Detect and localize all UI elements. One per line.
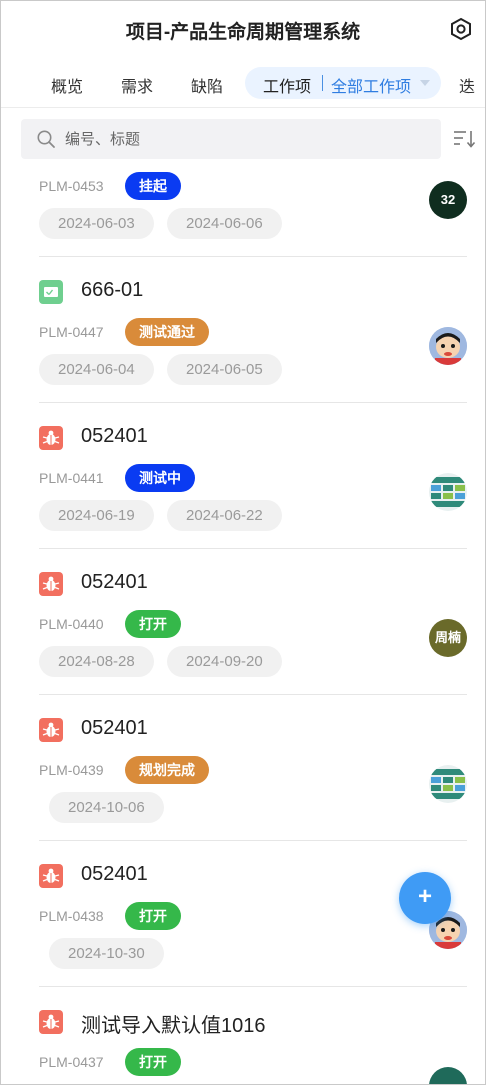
- item-code: PLM-0440: [39, 616, 104, 632]
- tab-requirements[interactable]: 需求: [121, 73, 153, 97]
- header: 项目-产品生命周期管理系统: [1, 1, 485, 57]
- bug-icon: [39, 572, 63, 596]
- end-date: 2024-06-22: [167, 500, 282, 531]
- status-badge: 挂起: [125, 172, 181, 200]
- item-title[interactable]: 052401: [81, 425, 148, 448]
- list-item[interactable]: 052401 PLM-0441 测试中 2024-06-19 2024-06-2…: [1, 403, 485, 549]
- start-date: 2024-06-19: [39, 500, 154, 531]
- avatar[interactable]: 32: [429, 181, 467, 219]
- tab-workitems-label: 工作项: [263, 79, 312, 96]
- status-badge: 打开: [125, 610, 181, 638]
- item-code: PLM-0441: [39, 470, 104, 486]
- status-badge: 测试中: [125, 464, 195, 492]
- add-work-item-button[interactable]: +: [399, 872, 451, 924]
- bug-icon: [39, 1010, 63, 1034]
- tab-bar: 概览 需求 缺陷 工作项 全部工作项 迭: [1, 63, 485, 103]
- avatar[interactable]: [429, 1067, 467, 1084]
- tab-workitems[interactable]: 工作项 全部工作项: [245, 67, 441, 99]
- search-input[interactable]: [65, 119, 425, 159]
- start-date: 2024-08-28: [39, 646, 154, 677]
- item-title[interactable]: 052401: [81, 863, 148, 886]
- work-item-list: PLM-0453 挂起 2024-06-03 2024-06-06 32 666…: [1, 161, 485, 1084]
- list-item[interactable]: PLM-0453 挂起 2024-06-03 2024-06-06 32: [1, 161, 485, 257]
- tabs-divider: [1, 107, 485, 108]
- item-title[interactable]: 052401: [81, 571, 148, 594]
- due-date: 2024-10-30: [49, 938, 164, 969]
- avatar[interactable]: [429, 765, 467, 803]
- item-title[interactable]: 测试导入默认值1016: [81, 1009, 266, 1038]
- status-badge: 测试通过: [125, 318, 209, 346]
- tab-overview[interactable]: 概览: [51, 73, 83, 97]
- status-badge: 打开: [125, 1048, 181, 1076]
- end-date: 2024-09-20: [167, 646, 282, 677]
- task-icon: [39, 280, 63, 304]
- status-badge: 规划完成: [125, 756, 209, 784]
- avatar[interactable]: 周楠: [429, 619, 467, 657]
- settings-hexagon-icon[interactable]: [449, 17, 473, 41]
- start-date: 2024-06-04: [39, 354, 154, 385]
- list-item[interactable]: 052401 PLM-0439 规划完成 2024-10-06: [1, 695, 485, 841]
- list-item[interactable]: 666-01 PLM-0447 测试通过 2024-06-04 2024-06-…: [1, 257, 485, 403]
- workitem-filter-select[interactable]: 全部工作项: [331, 73, 411, 97]
- list-item[interactable]: 052401 PLM-0440 打开 2024-08-28 2024-09-20…: [1, 549, 485, 695]
- search-icon: [36, 129, 56, 154]
- search-bar: [21, 119, 441, 159]
- app-frame: 项目-产品生命周期管理系统 概览 需求 缺陷 工作项 全部工作项 迭 编号、标题…: [0, 0, 486, 1085]
- plus-icon: +: [417, 883, 432, 910]
- avatar[interactable]: [429, 473, 467, 511]
- bug-icon: [39, 864, 63, 888]
- item-title[interactable]: 052401: [81, 717, 148, 740]
- tab-defects[interactable]: 缺陷: [191, 73, 223, 97]
- bug-icon: [39, 426, 63, 450]
- status-badge: 打开: [125, 902, 181, 930]
- list-item[interactable]: 测试导入默认值1016 PLM-0437 打开: [1, 987, 485, 1084]
- end-date: 2024-06-05: [167, 354, 282, 385]
- item-code: PLM-0437: [39, 1054, 104, 1070]
- avatar[interactable]: [429, 327, 467, 365]
- page-title: 项目-产品生命周期管理系统: [125, 22, 361, 43]
- tab-separator: [322, 75, 323, 91]
- item-code: PLM-0439: [39, 762, 104, 778]
- due-date: 2024-10-06: [49, 792, 164, 823]
- bug-icon: [39, 718, 63, 742]
- tab-iteration[interactable]: 迭: [459, 73, 475, 97]
- item-code: PLM-0453: [39, 178, 104, 194]
- item-title[interactable]: 666-01: [81, 279, 143, 302]
- chevron-down-icon: [420, 80, 430, 86]
- end-date: 2024-06-06: [167, 208, 282, 239]
- sort-icon[interactable]: [453, 129, 477, 154]
- item-code: PLM-0438: [39, 908, 104, 924]
- start-date: 2024-06-03: [39, 208, 154, 239]
- item-code: PLM-0447: [39, 324, 104, 340]
